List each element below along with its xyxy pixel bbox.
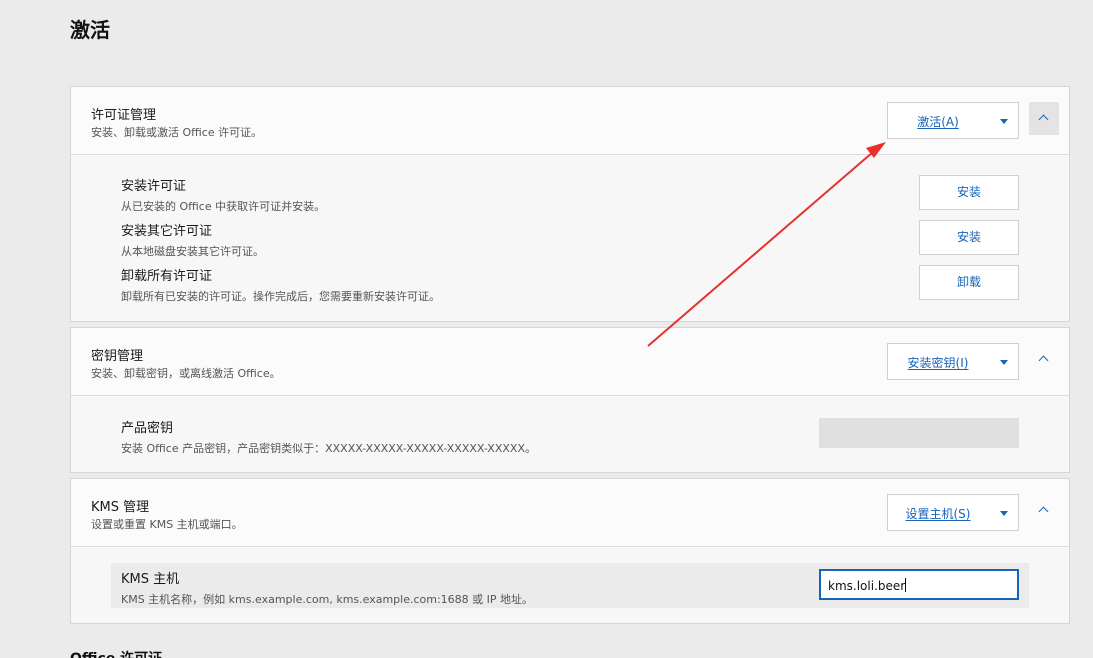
key-collapse-button[interactable] bbox=[1029, 343, 1059, 376]
office-license-section-title: Office 许可证 bbox=[70, 648, 162, 658]
kms-host-input[interactable]: kms.loli.beer bbox=[819, 569, 1019, 600]
kms-card-body: KMS 主机 KMS 主机名称，例如 kms.example.com, kms.… bbox=[71, 547, 1069, 623]
kms-host-desc: KMS 主机名称，例如 kms.example.com, kms.example… bbox=[121, 593, 534, 606]
license-collapse-button[interactable] bbox=[1029, 102, 1059, 135]
kms-card: KMS 管理 设置或重置 KMS 主机或端口。 设置主机(S) KMS 主机 K… bbox=[70, 478, 1070, 624]
license-card-header: 许可证管理 安装、卸载或激活 Office 许可证。 激活(A) bbox=[71, 87, 1069, 155]
kms-collapse-button[interactable] bbox=[1029, 494, 1059, 527]
key-title: 密钥管理 bbox=[91, 349, 144, 364]
install-key-button-label: 安装密钥(I) bbox=[907, 356, 969, 370]
chevron-up-icon bbox=[1038, 114, 1049, 125]
install-other-license-title: 安装其它许可证 bbox=[121, 224, 213, 239]
kms-host-title: KMS 主机 bbox=[121, 572, 180, 587]
set-host-button-label: 设置主机(S) bbox=[905, 507, 971, 521]
product-key-input[interactable] bbox=[819, 418, 1019, 448]
activate-button[interactable]: 激活(A) bbox=[887, 102, 1019, 139]
list-item: 卸载所有许可证 卸载所有已安装的许可证。操作完成后，您需要重新安装许可证。 bbox=[121, 265, 440, 304]
license-title: 许可证管理 bbox=[91, 108, 157, 123]
license-card: 许可证管理 安装、卸载或激活 Office 许可证。 激活(A) 安装许可证 从… bbox=[70, 86, 1070, 322]
kms-host-value: kms.loli.beer bbox=[828, 579, 906, 593]
install-license-button[interactable]: 安装 bbox=[919, 175, 1019, 210]
key-card: 密钥管理 安装、卸载密钥，或离线激活 Office。 安装密钥(I) 产品密钥 … bbox=[70, 327, 1070, 473]
key-card-header: 密钥管理 安装、卸载密钥，或离线激活 Office。 安装密钥(I) bbox=[71, 328, 1069, 396]
install-key-button[interactable]: 安装密钥(I) bbox=[887, 343, 1019, 380]
install-other-license-button[interactable]: 安装 bbox=[919, 220, 1019, 255]
chevron-up-icon bbox=[1038, 355, 1049, 366]
set-host-button[interactable]: 设置主机(S) bbox=[887, 494, 1019, 531]
list-item: 安装其它许可证 从本地磁盘安装其它许可证。 bbox=[121, 220, 264, 259]
caret-down-icon[interactable] bbox=[1000, 360, 1008, 365]
key-card-body: 产品密钥 安装 Office 产品密钥，产品密钥类似于：XXXXX-XXXXX-… bbox=[71, 396, 1069, 472]
key-desc: 安装、卸载密钥，或离线激活 Office。 bbox=[91, 367, 281, 380]
page-title: 激活 bbox=[70, 18, 110, 42]
license-card-body: 安装许可证 从已安装的 Office 中获取许可证并安装。 安装 安装其它许可证… bbox=[71, 155, 1069, 321]
list-item: 安装许可证 从已安装的 Office 中获取许可证并安装。 bbox=[121, 175, 325, 214]
uninstall-all-desc: 卸载所有已安装的许可证。操作完成后，您需要重新安装许可证。 bbox=[121, 290, 440, 303]
caret-down-icon[interactable] bbox=[1000, 119, 1008, 124]
install-license-desc: 从已安装的 Office 中获取许可证并安装。 bbox=[121, 200, 326, 213]
product-key-title: 产品密钥 bbox=[121, 421, 174, 436]
uninstall-license-button[interactable]: 卸载 bbox=[919, 265, 1019, 300]
product-key-desc: 安装 Office 产品密钥，产品密钥类似于：XXXXX-XXXXX-XXXXX… bbox=[121, 442, 536, 455]
kms-card-header: KMS 管理 设置或重置 KMS 主机或端口。 设置主机(S) bbox=[71, 479, 1069, 547]
list-item: 产品密钥 安装 Office 产品密钥，产品密钥类似于：XXXXX-XXXXX-… bbox=[121, 417, 536, 456]
license-desc: 安装、卸载或激活 Office 许可证。 bbox=[91, 126, 263, 139]
text-cursor bbox=[905, 578, 907, 592]
install-other-license-desc: 从本地磁盘安装其它许可证。 bbox=[121, 245, 264, 258]
kms-desc: 设置或重置 KMS 主机或端口。 bbox=[91, 518, 243, 531]
kms-title: KMS 管理 bbox=[91, 500, 150, 515]
activate-button-label: 激活(A) bbox=[917, 115, 959, 129]
list-item: KMS 主机 KMS 主机名称，例如 kms.example.com, kms.… bbox=[121, 568, 533, 607]
caret-down-icon[interactable] bbox=[1000, 511, 1008, 516]
uninstall-all-title: 卸载所有许可证 bbox=[121, 269, 213, 284]
install-license-title: 安装许可证 bbox=[121, 179, 187, 194]
chevron-up-icon bbox=[1038, 506, 1049, 517]
